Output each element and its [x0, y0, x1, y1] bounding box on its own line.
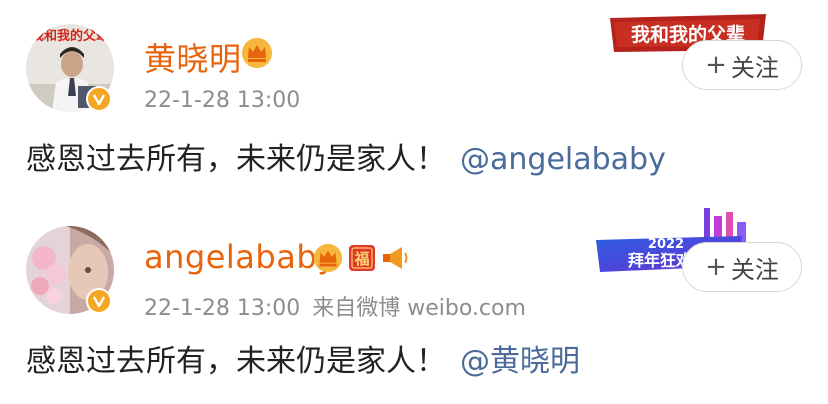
mention-link[interactable]: @angelababy: [460, 142, 666, 177]
verified-badge-icon: [86, 288, 112, 314]
fu-badge-icon: 福: [349, 245, 375, 271]
username[interactable]: 黄晓明: [144, 34, 242, 80]
follow-label: 关注: [730, 53, 779, 82]
weibo-post: 我和我的父辈 黄晓明 22-1-28 13:00 感恩过去所有，未来仍是家人！ @…: [0, 0, 828, 200]
vip-crown-icon: [242, 38, 272, 68]
username[interactable]: angelababy: [144, 238, 337, 276]
plus-icon: +: [705, 252, 727, 282]
plus-icon: +: [705, 50, 727, 80]
follow-button[interactable]: + 关注: [682, 40, 802, 90]
follow-label: 关注: [730, 255, 779, 284]
weibo-post: angelababy 福 22-1-28 13:00 来自微博 weibo.com…: [0, 200, 828, 404]
post-content: 感恩过去所有，未来仍是家人！ @angelababy: [26, 134, 666, 178]
post-meta: 22-1-28 13:00: [144, 88, 300, 113]
vip-crown-icon: [313, 243, 343, 273]
megaphone-icon: [383, 247, 408, 269]
post-text: 感恩过去所有，未来仍是家人！: [26, 344, 446, 379]
banner-year: 2022: [648, 237, 684, 252]
post-timestamp: 22-1-28 13:00: [144, 88, 301, 113]
mention-link[interactable]: @黄晓明: [460, 344, 580, 379]
post-timestamp: 22-1-28 13:00: [144, 296, 301, 321]
post-meta: 22-1-28 13:00 来自微博 weibo.com: [144, 290, 526, 322]
avatar-caption: 我和我的父辈: [31, 28, 109, 44]
post-source[interactable]: 来自微博 weibo.com: [312, 296, 526, 321]
verified-badge-icon: [86, 86, 112, 112]
fu-badge-label: 福: [353, 250, 369, 268]
post-content: 感恩过去所有，未来仍是家人！ @黄晓明: [26, 336, 580, 380]
post-text: 感恩过去所有，未来仍是家人！: [26, 142, 446, 177]
follow-button[interactable]: + 关注: [682, 242, 802, 292]
